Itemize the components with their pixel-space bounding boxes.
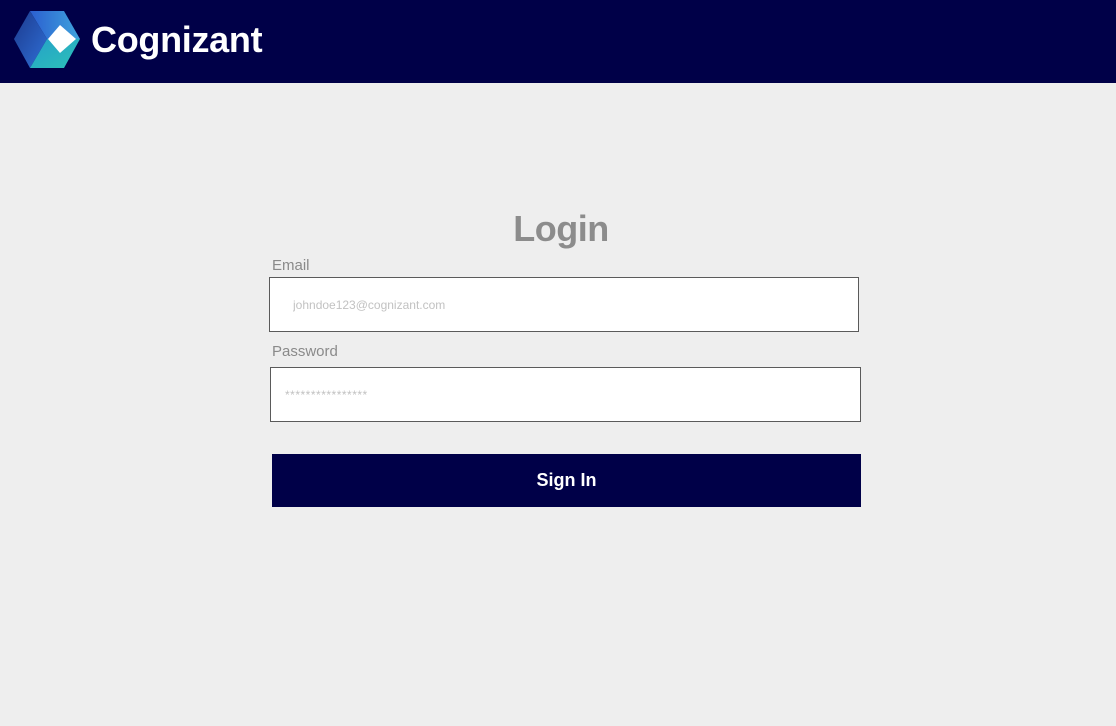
email-label: Email	[272, 257, 310, 274]
sign-in-button[interactable]: Sign In	[272, 454, 861, 507]
page-title: Login	[513, 208, 609, 249]
top-navigation-bar: Cognizant	[0, 0, 1116, 83]
cognizant-logo-icon[interactable]	[14, 11, 80, 68]
brand-name: Cognizant	[91, 19, 263, 60]
email-field[interactable]	[269, 277, 859, 332]
password-field[interactable]	[270, 367, 861, 422]
password-label: Password	[272, 343, 338, 360]
